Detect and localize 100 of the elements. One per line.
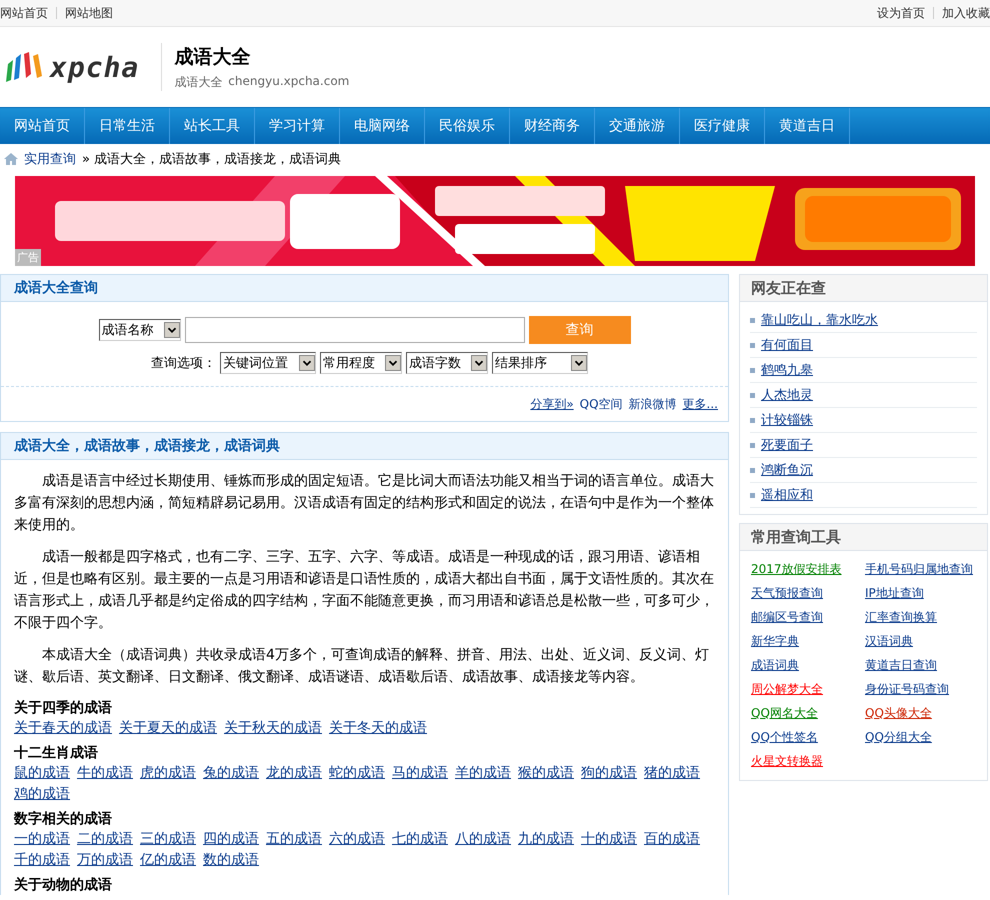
caret-icon [299,355,315,371]
category-link[interactable]: 百的成语 [644,829,700,850]
tool-link[interactable]: 成语词典 [751,655,865,676]
intro-paragraph: 成语是语言中经过长期使用、锤炼而形成的固定短语。它是比词大而语法功能又相当于词的语言单位。成语大多富有深刻的思想内涵，简短精辟易记易用。汉语成语有固定的结构形式和固定的说法，在语句中是作为一个整体来使用的。 [14,472,715,535]
logo-icon [6,50,44,84]
tool-link[interactable]: 邮编区号查询 [751,607,865,628]
category-link[interactable]: 牛的成语 [77,763,133,784]
trending-link[interactable]: 靠山吃山，靠水吃水 [761,311,878,329]
search-field[interactable] [184,317,524,343]
category-link[interactable]: 六的成语 [329,829,385,850]
category-link[interactable]: 一的成语 [14,829,70,850]
category-link[interactable]: 关于冬天的成语 [329,718,427,739]
category-link[interactable]: 万的成语 [77,850,133,871]
dropdown[interactable]: 关键词位置 [220,352,316,374]
category-link[interactable]: 猴的成语 [518,763,574,784]
share-target[interactable]: QQ空间 [580,396,623,412]
nav-link[interactable]: 学习计算 [255,108,340,144]
bullet-icon [750,492,755,498]
tool-link[interactable]: 手机号码归属地查询 [865,559,977,580]
category-link[interactable]: 数的成语 [203,850,259,871]
category-link[interactable]: 马的成语 [392,763,448,784]
panel-title: 成语大全，成语故事，成语接龙，成语词典 [14,437,280,455]
category-link[interactable]: 二的成语 [77,829,133,850]
dropdown[interactable]: 成语名称 [98,319,180,341]
tool-link[interactable]: QQ分组大全 [865,727,977,748]
nav-link[interactable]: 日常生活 [85,108,170,144]
tool-link[interactable]: 黄道吉日查询 [865,655,977,676]
panel-title: 网友正在查 [751,278,826,298]
trending-link[interactable]: 死要面子 [761,436,813,454]
tool-link[interactable]: 2017放假安排表 [751,559,865,580]
trending-link[interactable]: 鸿断鱼沉 [761,461,813,479]
caret-icon [471,355,487,371]
dropdown[interactable]: 成语字数 [406,352,488,374]
category-link[interactable]: 三的成语 [140,829,196,850]
tool-link[interactable]: 汇率查询换算 [865,607,977,628]
bullet-icon [750,392,755,398]
category-link[interactable]: 九的成语 [518,829,574,850]
breadcrumb-text: » 成语大全，成语故事，成语接龙，成语词典 [82,151,342,168]
category-link[interactable]: 七的成语 [392,829,448,850]
category-link[interactable]: 十的成语 [581,829,637,850]
tool-link[interactable]: 周公解梦大全 [751,679,865,700]
tool-link[interactable]: 汉语词典 [865,631,977,652]
category-link[interactable]: 鼠的成语 [14,763,70,784]
caret-icon [164,322,180,338]
share-target[interactable]: 新浪微博 [628,396,677,412]
bullet-icon [750,342,755,348]
trending-link[interactable]: 遥相应和 [761,486,813,504]
trending-link[interactable]: 计较锱铢 [761,411,813,429]
more-link[interactable]: 更多... [682,396,718,412]
tool-link[interactable]: 火星文转换器 [751,751,865,772]
category-link[interactable]: 猪的成语 [644,763,700,784]
caret-icon [571,355,587,371]
category-link[interactable]: 千的成语 [14,850,70,871]
category-link[interactable]: 八的成语 [455,829,511,850]
top-link[interactable]: 设为首页 [869,7,933,19]
tool-link[interactable]: 身份证号码查询 [865,679,977,700]
tool-link[interactable]: QQ头像大全 [865,703,977,724]
category-link[interactable]: 鸡的成语 [14,784,70,805]
category-heading: 十二生肖成语 [14,744,99,763]
tool-link[interactable]: 新华字典 [751,631,865,652]
intro-paragraph: 本成语大全（成语词典）共收录成语4万多个，可查询成语的解释、拼音、用法、出处、近义词、反义词、灯谜、歇后语、英文翻译、日文翻译、俄文翻译、成语谜语、成语歇后语、成语故事、成语接龙等内容。 [14,646,710,687]
home-icon [4,153,18,165]
share-link[interactable]: 分享到» [530,396,574,412]
category-link[interactable]: 亿的成语 [140,850,196,871]
category-link[interactable]: 兔的成语 [203,763,259,784]
nav-link[interactable]: 黄道吉日 [765,108,850,144]
category-link[interactable]: 羊的成语 [455,763,511,784]
nav-link[interactable]: 财经商务 [510,108,595,144]
category-link[interactable]: 虎的成语 [140,763,196,784]
nav-link[interactable]: 站长工具 [170,108,255,144]
logo-text: xpcha [50,50,140,84]
tool-link[interactable]: QQ个性签名 [751,727,865,748]
category-link[interactable]: 五的成语 [266,829,322,850]
tool-link[interactable]: QQ网名大全 [751,703,865,724]
nav-link[interactable]: 交通旅游 [595,108,680,144]
nav-link[interactable]: 医疗健康 [680,108,765,144]
dropdown[interactable]: 常用程度 [320,352,402,374]
category-link[interactable]: 四的成语 [203,829,259,850]
category-link[interactable]: 蛇的成语 [329,763,385,784]
category-link[interactable]: 关于秋天的成语 [224,718,322,739]
top-link[interactable]: 加入收藏 [933,7,990,19]
top-link[interactable]: 网站地图 [56,7,121,19]
tool-link[interactable]: IP地址查询 [865,583,977,604]
trending-link[interactable]: 人杰地灵 [761,386,813,404]
site-domain: chengyu.xpcha.com [228,74,350,90]
trending-link[interactable]: 鹤鸣九皋 [761,361,813,379]
bullet-icon [750,318,755,322]
caret-icon [385,355,401,371]
category-link[interactable]: 龙的成语 [266,763,322,784]
dropdown[interactable]: 结果排序 [492,352,588,374]
nav-link[interactable]: 网站首页 [0,108,85,144]
tool-link[interactable]: 天气预报查询 [751,583,865,604]
trending-link[interactable]: 有何面目 [761,336,813,354]
category-link[interactable]: 关于夏天的成语 [119,718,217,739]
category-link[interactable]: 狗的成语 [581,763,637,784]
nav-link[interactable]: 电脑网络 [340,108,425,144]
category-link[interactable]: 关于春天的成语 [14,718,112,739]
nav-link[interactable]: 民俗娱乐 [425,108,510,144]
top-link[interactable]: 网站首页 [0,7,56,19]
breadcrumb-link[interactable]: 实用查询 [24,150,76,168]
